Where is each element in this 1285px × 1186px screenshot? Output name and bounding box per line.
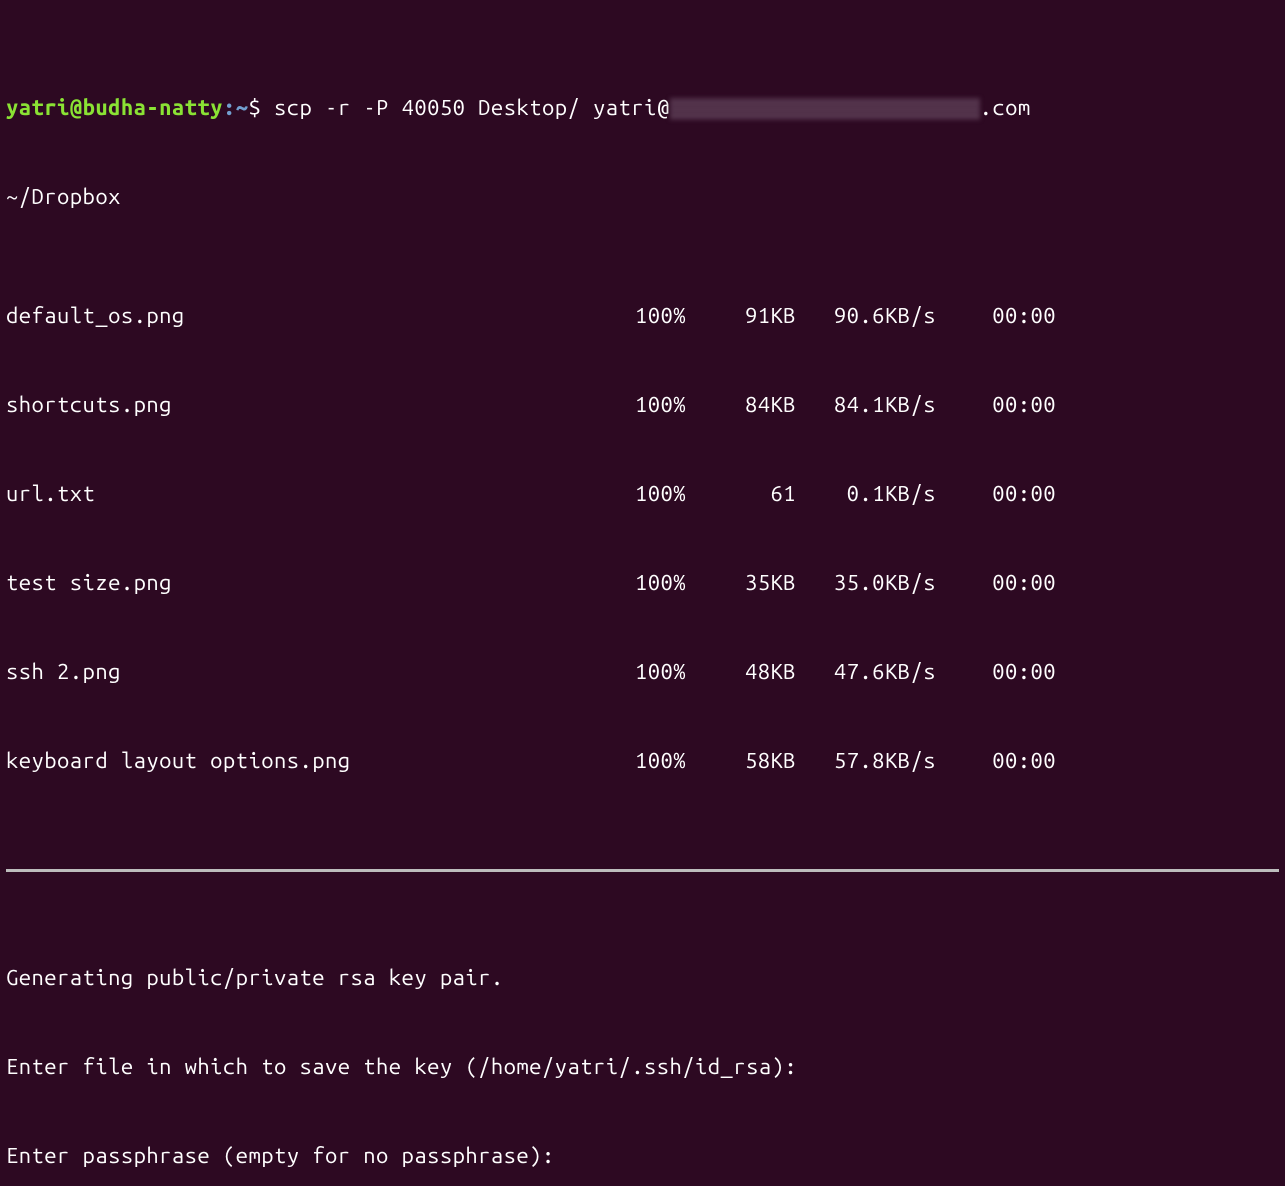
- transfer-percent: 100%: [606, 746, 686, 776]
- transfer-speed: 57.8KB/s: [796, 746, 936, 776]
- transfer-speed: 47.6KB/s: [796, 657, 936, 687]
- prompt-at: @: [70, 95, 83, 120]
- transfer-eta: 00:00: [936, 746, 1056, 776]
- transfer-filename: test size.png: [6, 568, 606, 598]
- terminal[interactable]: yatri@budha-natty:~$ scp -r -P 40050 Des…: [0, 0, 1285, 1186]
- transfer-percent: 100%: [606, 657, 686, 687]
- prompt-user: yatri: [6, 95, 70, 120]
- transfer-speed: 84.1KB/s: [796, 390, 936, 420]
- redacted-host: [670, 98, 980, 120]
- transfer-row: url.txt 100% 61 0.1KB/s 00:00: [6, 479, 1279, 509]
- transfer-eta: 00:00: [936, 568, 1056, 598]
- keygen-line: Enter passphrase (empty for no passphras…: [6, 1141, 1279, 1171]
- transfer-speed: 35.0KB/s: [796, 568, 936, 598]
- prompt-host: budha-natty: [83, 95, 223, 120]
- transfer-percent: 100%: [606, 568, 686, 598]
- transfer-row: keyboard layout options.png 100% 58KB 57…: [6, 746, 1279, 776]
- transfer-percent: 100%: [606, 301, 686, 331]
- transfer-size: 61: [686, 479, 796, 509]
- transfer-size: 48KB: [686, 657, 796, 687]
- transfer-size: 58KB: [686, 746, 796, 776]
- transfer-size: 35KB: [686, 568, 796, 598]
- command-suffix: .com: [980, 95, 1031, 120]
- transfer-eta: 00:00: [936, 390, 1056, 420]
- prompt-symbol: $: [248, 95, 261, 120]
- transfer-speed: 90.6KB/s: [796, 301, 936, 331]
- transfer-eta: 00:00: [936, 479, 1056, 509]
- prompt-colon: :: [223, 95, 236, 120]
- transfer-speed: 0.1KB/s: [796, 479, 936, 509]
- prompt-line: yatri@budha-natty:~$ scp -r -P 40050 Des…: [6, 93, 1279, 123]
- command-text: scp -r -P 40050 Desktop/ yatri@: [274, 95, 670, 120]
- transfer-row: shortcuts.png 100% 84KB 84.1KB/s 00:00: [6, 390, 1279, 420]
- transfer-percent: 100%: [606, 479, 686, 509]
- transfer-size: 91KB: [686, 301, 796, 331]
- transfer-size: 84KB: [686, 390, 796, 420]
- transfer-row: test size.png 100% 35KB 35.0KB/s 00:00: [6, 568, 1279, 598]
- transfer-percent: 100%: [606, 390, 686, 420]
- transfer-row: default_os.png 100% 91KB 90.6KB/s 00:00: [6, 301, 1279, 331]
- transfer-filename: keyboard layout options.png: [6, 746, 606, 776]
- transfer-filename: ssh 2.png: [6, 657, 606, 687]
- transfer-filename: url.txt: [6, 479, 606, 509]
- transfer-eta: 00:00: [936, 657, 1056, 687]
- keygen-line: Enter file in which to save the key (/ho…: [6, 1052, 1279, 1082]
- prompt-path: ~: [236, 95, 249, 120]
- transfer-row: ssh 2.png 100% 48KB 47.6KB/s 00:00: [6, 657, 1279, 687]
- transfer-eta: 00:00: [936, 301, 1056, 331]
- transfer-filename: default_os.png: [6, 301, 606, 331]
- command-continuation: ~/Dropbox: [6, 182, 1279, 212]
- keygen-line: Generating public/private rsa key pair.: [6, 963, 1279, 993]
- transfer-filename: shortcuts.png: [6, 390, 606, 420]
- section-divider: [6, 869, 1279, 872]
